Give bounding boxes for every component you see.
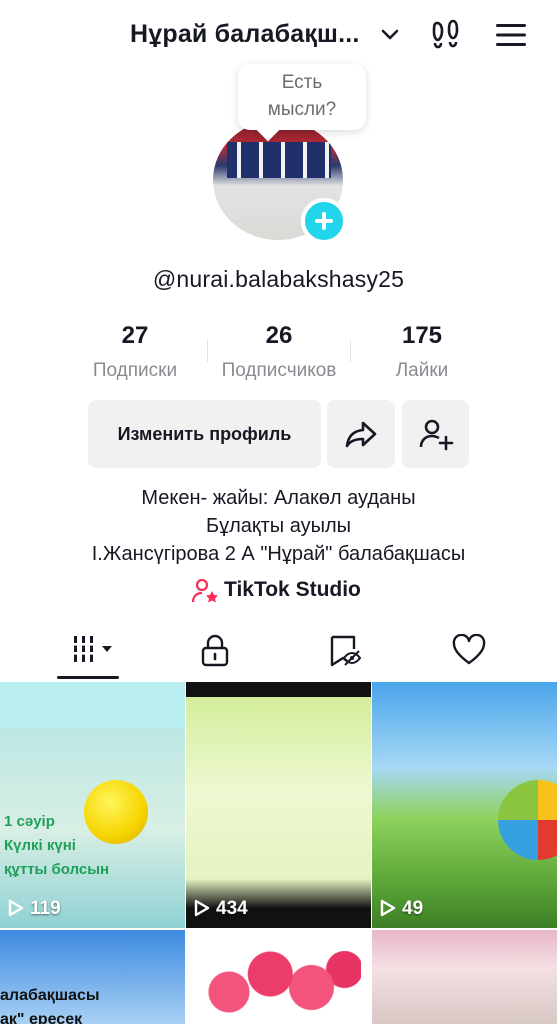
tulips-image [196,938,361,1024]
tab-reposts[interactable] [286,628,426,680]
heart-icon [452,634,486,665]
tab-private[interactable] [158,628,298,680]
view-count-value: 119 [30,898,61,919]
hidden-bookmark-icon [330,635,362,667]
add-photo-plus-icon[interactable] [301,198,347,244]
followers-count: 26 [265,322,293,349]
share-arrow-icon [345,421,377,448]
footprints-icon[interactable] [428,17,464,53]
caption-line: ак" ересек [0,1011,83,1024]
view-count: 434 [194,898,248,920]
play-icon [194,899,210,917]
stat-followers[interactable]: 26 Подписчиков [214,322,344,382]
studio-user-star-icon [192,578,218,603]
add-friends-button[interactable] [402,400,469,468]
caption-line: 1 сәуір [4,813,55,830]
video-thumbnail[interactable] [186,930,371,1024]
color-wheel [498,780,557,860]
account-switcher-title[interactable]: Нұрай балабақш... [130,20,360,49]
likes-label: Лайки [395,360,449,381]
view-count: 119 [8,898,61,920]
play-icon [380,899,396,917]
video-thumbnail[interactable]: 434 [186,682,371,928]
divider [207,340,208,362]
tab-videos[interactable] [18,628,158,680]
stat-following[interactable]: 27 Подписки [70,322,200,382]
bio-line-3: І.Жансүгірова 2 А "Нұрай" балабақшасы [91,543,466,565]
avatar-photo [227,142,331,178]
lock-icon [201,634,229,667]
view-count-value: 49 [402,898,424,919]
following-count: 27 [121,322,149,349]
active-tab-indicator [57,676,119,679]
bubble-line-2: мысли? [267,99,337,120]
chevron-down-icon[interactable] [378,22,402,46]
top-bar: Нұрай балабақш... [0,0,557,70]
divider [350,340,351,362]
video-grid: 1 сәуір Күлкі күні құтты болсын 119 434 … [0,682,557,1024]
view-count-value: 434 [216,898,248,919]
caption-line: құтты болсын [4,861,110,878]
video-thumbnail[interactable] [372,930,557,1024]
bio-line-2: Бұлақты ауылы [205,515,352,537]
video-thumbnail[interactable]: 1 сәуір Күлкі күні құтты болсын 119 [0,682,185,928]
add-user-icon [419,419,454,451]
profile-tabs [0,628,557,680]
share-profile-button[interactable] [327,400,395,468]
caption-line: Күлкі күні [4,837,76,854]
username: @nurai.balabakshasy25 [152,266,405,292]
view-count: 49 [380,898,423,920]
stat-likes[interactable]: 175 Лайки [357,322,487,382]
play-icon [8,899,24,917]
followers-label: Подписчиков [221,360,337,381]
bubble-line-1: Есть [281,72,323,93]
tab-liked[interactable] [410,628,550,680]
grid-videos-icon [71,636,112,662]
menu-icon[interactable] [494,20,528,50]
edit-profile-button[interactable]: Изменить профиль [88,400,321,468]
caption-line: алабақшасы [0,987,100,1004]
thoughts-bubble[interactable]: Есть мысли? [238,64,366,130]
likes-count: 175 [401,322,443,349]
video-caption: 1 сәуір Күлкі күні құтты болсын [4,810,109,882]
profile-bio: Мекен- жайы: Алакөл ауданы Бұлақты ауылы… [0,484,557,568]
video-thumbnail[interactable]: алабақшасы ак" ересек [0,930,185,1024]
bio-line-1: Мекен- жайы: Алакөл ауданы [141,487,416,509]
video-thumbnail[interactable]: 49 [372,682,557,928]
studio-label: TikTok Studio [224,578,361,601]
following-label: Подписки [92,360,178,381]
video-caption: алабақшасы ак" ересек [0,984,100,1024]
